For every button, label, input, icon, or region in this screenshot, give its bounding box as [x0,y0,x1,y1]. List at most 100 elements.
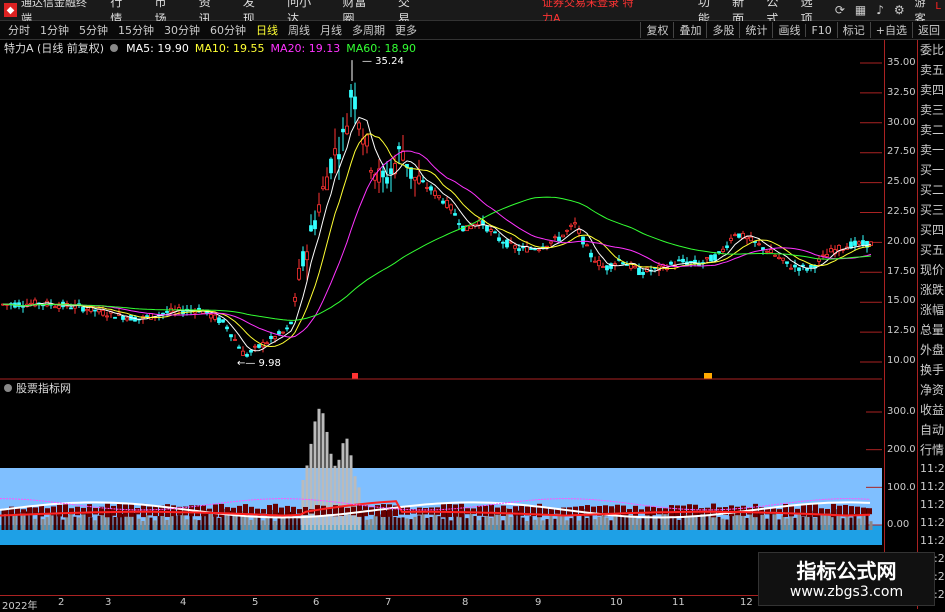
indicator-bar [553,518,557,530]
candle-body [409,167,413,179]
indicator-bar [301,479,305,530]
date-label: 10 [610,597,623,608]
indicator-bar [641,518,645,530]
indicator-tick: 300.0 [887,406,916,417]
indicator-block [123,504,128,517]
candle-body [225,326,229,330]
indicator-bar [305,465,309,530]
period-weekly[interactable]: 周线 [286,22,312,38]
period-more[interactable]: 更多 [393,22,419,38]
tool-add-watch[interactable]: +自选 [869,22,912,38]
candle-body [681,258,685,263]
indicator-block [687,504,692,517]
refresh-icon[interactable]: ⟳ [835,3,845,17]
candle-body [709,254,713,262]
indicator-bar [653,518,657,530]
indicator-bar [273,520,277,530]
candle-body [773,254,777,257]
candle-body [781,257,785,261]
candle-body [549,241,553,244]
price-tick: 25.00 [887,176,916,187]
site-watermark: 指标公式网 www.zbgs3.com [758,552,935,606]
tool-stats[interactable]: 统计 [739,22,772,38]
price-tick: 27.50 [887,146,916,157]
candle-body [493,231,497,234]
indicator-bar [365,519,369,530]
indicator-block [489,504,494,517]
candle-body [637,267,641,276]
indicator-bar [761,515,765,530]
indicator-block [285,505,290,516]
indicator-bar [77,517,81,530]
price-tick: 17.50 [887,266,916,277]
indicator-bar [97,515,101,530]
period-multi[interactable]: 多周期 [350,22,387,38]
indicator-bar [201,514,205,530]
candle-body [305,251,309,261]
indicator-header: 股票指标网 [0,381,71,395]
indicator-bar [569,518,573,530]
tool-f10[interactable]: F10 [805,23,836,37]
candle-body [861,240,865,246]
indicator-bar [509,517,513,530]
indicator-block [441,503,446,518]
period-5min[interactable]: 5分钟 [77,22,110,38]
indicator-block [57,504,62,517]
indicator-bar [161,513,165,530]
indicator-bar [473,516,477,530]
period-1min[interactable]: 1分钟 [38,22,71,38]
date-label: 2 [58,597,65,608]
indicator-settings-icon[interactable] [4,384,12,392]
candle-body [309,225,313,232]
candle-body [489,229,493,232]
candle-body [293,296,297,302]
grid-icon[interactable]: ▦ [855,3,866,17]
indicator-bar [533,519,537,530]
candlestick-chart[interactable]: — 35.24 ←— 9.98 [0,40,882,380]
indicator-bar [665,511,669,530]
indicator-bar [373,515,377,530]
indicator-block [477,505,482,516]
indicator-bar [541,520,545,530]
indicator-bar [61,519,65,530]
tool-restore[interactable]: 复权 [640,22,673,38]
bell-icon[interactable]: ♪ [876,3,884,17]
tool-multi-stock[interactable]: 多股 [706,22,739,38]
period-15min[interactable]: 15分钟 [116,22,156,38]
candle-body [145,315,149,318]
side-lower-item[interactable]: 行情 [918,440,945,460]
period-30min[interactable]: 30分钟 [162,22,202,38]
side-item: 卖三 [920,103,945,117]
settings-icon[interactable]: ⚙ [894,3,905,17]
indicator-bar [381,515,385,530]
candle-body [317,204,321,213]
side-item: 卖五 [920,63,945,77]
settings-circle-icon[interactable] [110,44,119,52]
tool-overlay[interactable]: 叠加 [673,22,706,38]
candle-body [449,204,453,211]
tool-draw[interactable]: 画线 [772,22,805,38]
indicator-chart[interactable] [0,380,882,595]
indicator-title: 股票指标网 [16,382,71,395]
watermark-title: 指标公式网 [796,559,897,583]
indicator-tick: 100.0 [887,482,916,493]
side-item: 买二 [920,183,945,197]
period-timeshare[interactable]: 分时 [6,22,32,38]
tool-mark[interactable]: 标记 [836,22,870,38]
event-marker-icon [352,373,358,379]
side-lower-item[interactable]: 自动 [918,420,945,440]
candle-body [385,177,389,184]
candle-body [29,302,33,305]
indicator-bar [557,511,561,530]
indicator-bar [233,514,237,530]
tool-back[interactable]: 返回 [912,22,945,38]
indicator-bar [577,520,581,530]
indicator-block [279,507,284,515]
period-monthly[interactable]: 月线 [318,22,344,38]
price-axis: 35.00 32.50 30.00 27.50 25.00 22.50 20.0… [884,40,917,595]
period-daily[interactable]: 日线 [254,22,280,38]
period-60min[interactable]: 60分钟 [208,22,248,38]
app-logo-icon: ◆ [4,3,17,17]
ma20-line [2,150,872,338]
indicator-bar [333,465,337,530]
